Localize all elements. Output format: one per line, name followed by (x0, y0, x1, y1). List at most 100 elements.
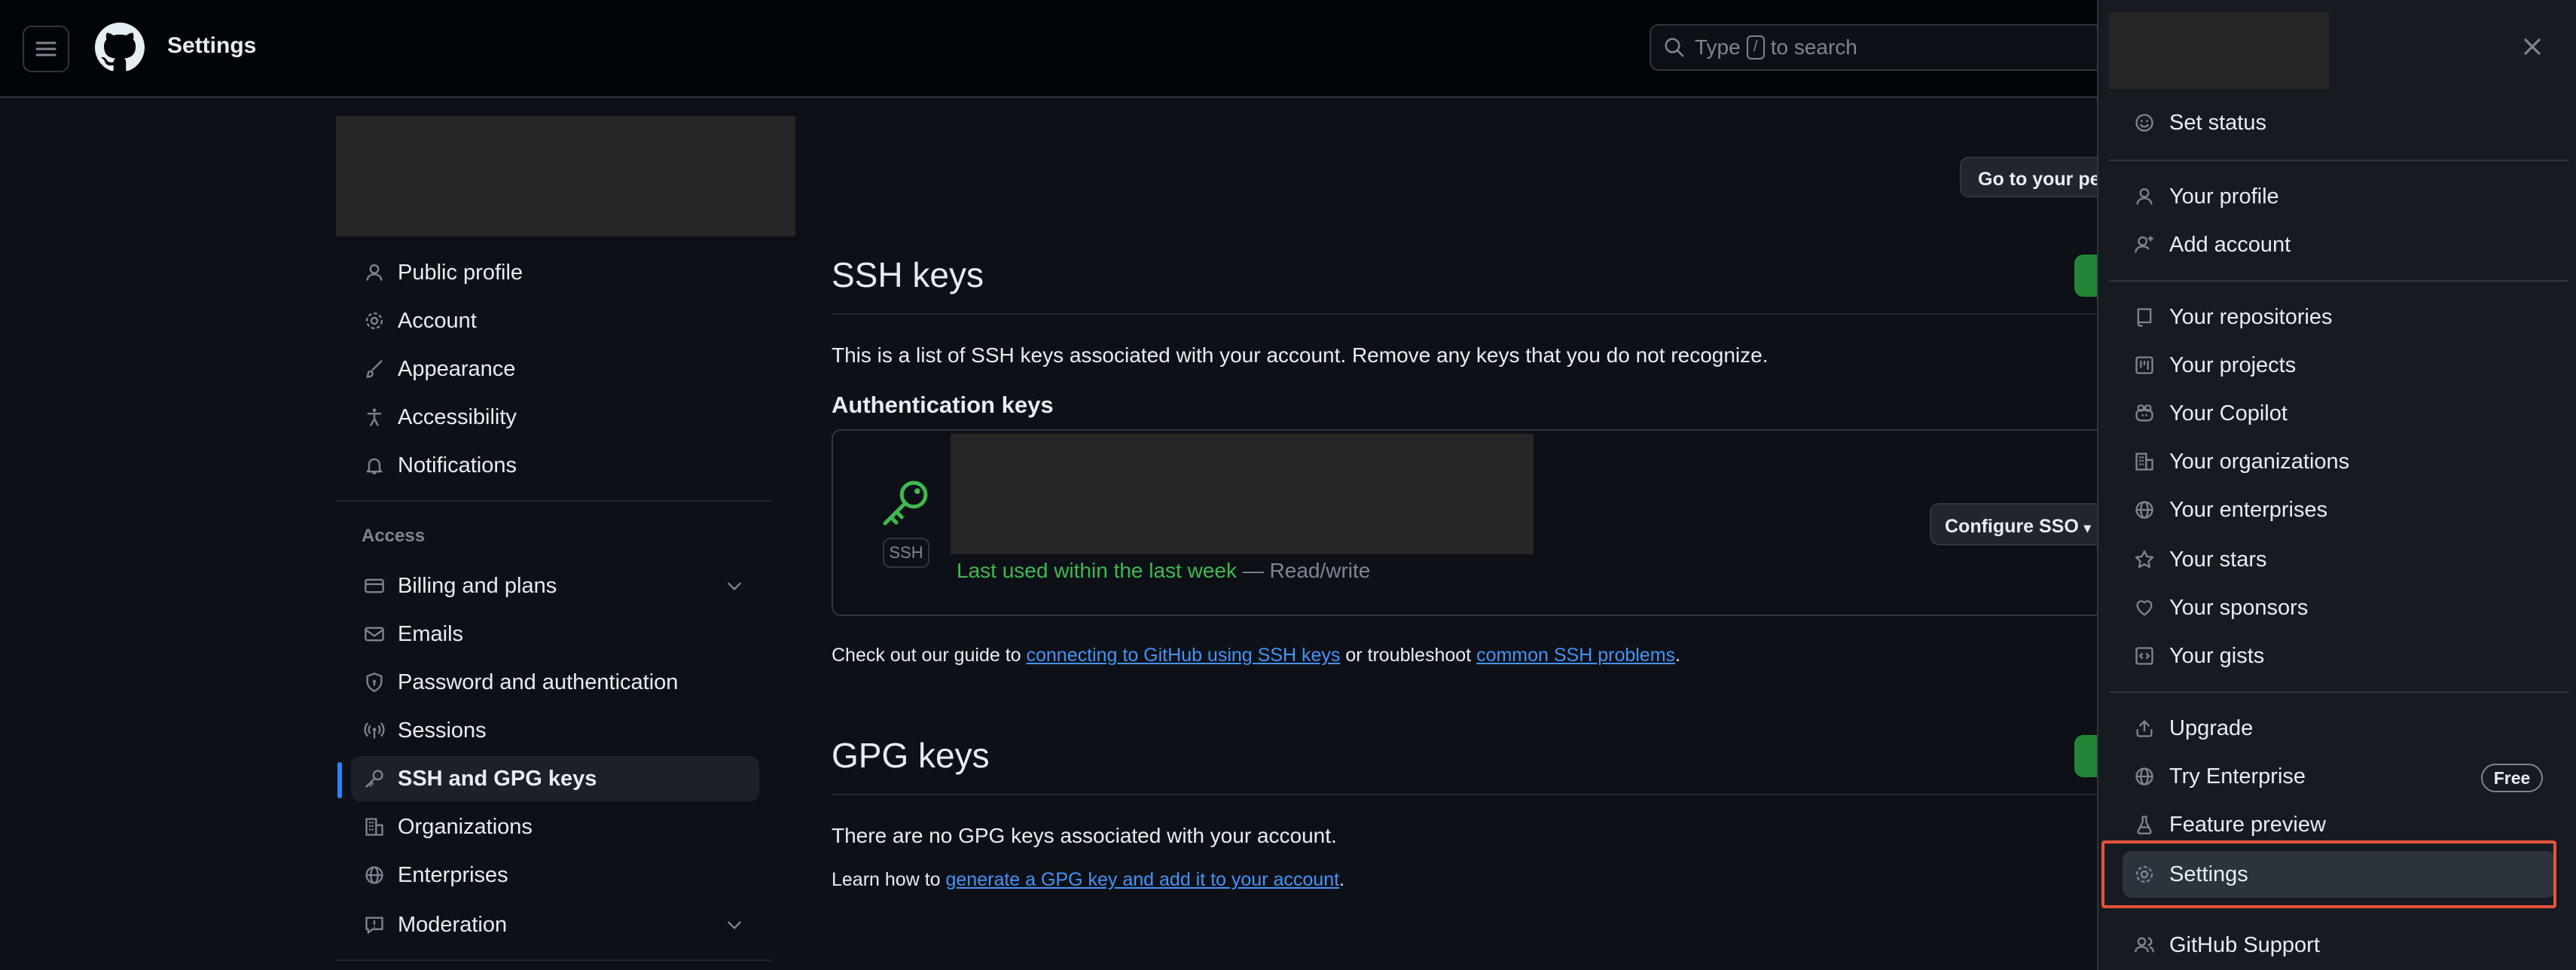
globe-icon (2132, 764, 2157, 789)
menu-your-repositories[interactable]: Your repositories (2123, 294, 2556, 340)
menu-your-projects[interactable]: Your projects (2123, 342, 2556, 389)
bell-icon (362, 453, 387, 478)
guide-suffix: . (1675, 645, 1680, 666)
configure-sso-label: Configure SSO (1945, 516, 2079, 537)
menu-your-gists[interactable]: Your gists (2123, 633, 2556, 679)
sidebar-item-label: Organizations (398, 814, 533, 839)
section-divider (832, 313, 2112, 315)
active-indicator (337, 762, 342, 798)
gpg-keys-title: GPG keys (832, 736, 990, 775)
sidebar-item-enterprises[interactable]: Enterprises (351, 853, 759, 898)
menu-item-label: Your gists (2169, 643, 2265, 668)
gpg-guide-link[interactable]: generate a GPG key and add it to your ac… (946, 869, 1340, 890)
menu-item-label: Your projects (2169, 352, 2297, 377)
ssh-guide-link[interactable]: connecting to GitHub using SSH keys (1027, 645, 1341, 666)
sidebar-item-accessibility[interactable]: Accessibility (351, 395, 759, 440)
last-used-text: Last used within the last week (957, 559, 1237, 582)
menu-divider (2109, 160, 2568, 161)
search-suffix: to search (1770, 35, 1857, 59)
sidebar-divider (336, 959, 771, 961)
highlight-annotation-box (2101, 840, 2556, 908)
heart-icon (2132, 595, 2157, 621)
menu-upgrade[interactable]: Upgrade (2123, 705, 2556, 752)
menu-divider (2109, 691, 2568, 693)
hamburger-menu-button[interactable] (23, 26, 69, 72)
gpg-empty-text: There are no GPG keys associated with yo… (832, 824, 1337, 847)
menu-item-label: Add account (2169, 232, 2291, 257)
menu-item-label: Your profile (2169, 184, 2279, 209)
sidebar-item-password-authentication[interactable]: Password and authentication (351, 660, 759, 705)
sidebar-item-label: Notifications (398, 453, 517, 477)
sidebar-divider (336, 500, 771, 502)
user-avatar-redacted (336, 116, 795, 236)
guide-prefix: Check out our guide to (832, 645, 1027, 666)
menu-item-label: Your organizations (2169, 449, 2350, 474)
menu-add-account[interactable]: Add account (2123, 221, 2556, 268)
report-icon (362, 912, 387, 938)
menu-user-avatar-redacted (2109, 12, 2329, 89)
key-icon (362, 766, 387, 792)
sidebar-item-sessions[interactable]: Sessions (351, 708, 759, 753)
menu-your-profile[interactable]: Your profile (2123, 173, 2556, 220)
go-to-profile-button[interactable]: Go to your pe (1960, 157, 2111, 197)
menu-item-label: GitHub Support (2169, 932, 2320, 957)
configure-sso-button[interactable]: Configure SSO ▾ (1930, 503, 2111, 545)
menu-item-label: Feature preview (2169, 812, 2326, 837)
person-add-icon (2132, 232, 2157, 258)
hamburger-icon (35, 41, 56, 56)
sidebar-item-billing[interactable]: Billing and plans (351, 563, 759, 609)
menu-your-copilot[interactable]: Your Copilot (2123, 390, 2556, 437)
sidebar-item-organizations[interactable]: Organizations (351, 804, 759, 850)
auth-keys-heading: Authentication keys (832, 392, 1054, 418)
menu-github-support[interactable]: GitHub Support (2123, 922, 2556, 968)
sidebar-item-label: Enterprises (398, 862, 508, 887)
beaker-icon (2132, 812, 2157, 837)
sidebar-item-label: Billing and plans (398, 573, 557, 598)
page-title: Settings (167, 33, 257, 58)
menu-your-enterprises[interactable]: Your enterprises (2123, 487, 2556, 533)
menu-item-label: Your sponsors (2169, 595, 2309, 620)
star-icon (2132, 547, 2157, 572)
upload-icon (2132, 715, 2157, 741)
sidebar-item-label: Sessions (398, 718, 487, 743)
menu-item-label: Your repositories (2169, 304, 2333, 329)
menu-your-stars[interactable]: Your stars (2123, 536, 2556, 583)
gear-icon (362, 308, 387, 334)
sidebar-item-emails[interactable]: Emails (351, 612, 759, 657)
sidebar-item-label: SSH and GPG keys (398, 766, 597, 791)
sidebar-item-account[interactable]: Account (351, 298, 759, 343)
menu-your-organizations[interactable]: Your organizations (2123, 438, 2556, 485)
sidebar-heading-access: Access (362, 526, 426, 546)
globe-icon (2132, 497, 2157, 523)
globe-icon (362, 862, 387, 888)
organization-icon (362, 814, 387, 840)
sidebar-item-label: Password and authentication (398, 670, 679, 694)
ssh-key-title-redacted (951, 434, 1534, 554)
github-logo-icon[interactable] (95, 23, 145, 72)
close-icon[interactable] (2519, 33, 2546, 60)
menu-item-label: Upgrade (2169, 715, 2254, 740)
sidebar-item-label: Accessibility (398, 404, 517, 429)
menu-your-sponsors[interactable]: Your sponsors (2123, 584, 2556, 631)
caret-down-icon: ▾ (2083, 520, 2091, 535)
menu-set-status[interactable]: Set status (2123, 99, 2556, 146)
ssh-description: This is a list of SSH keys associated wi… (832, 343, 1769, 367)
chevron-down-icon[interactable] (725, 576, 744, 596)
sidebar-item-ssh-gpg-keys[interactable]: SSH and GPG keys (351, 756, 759, 801)
sidebar-item-label: Public profile (398, 260, 523, 285)
search-input[interactable]: Type / to search (1650, 24, 2117, 71)
sidebar-item-moderation[interactable]: Moderation (351, 902, 759, 947)
ssh-problems-link[interactable]: common SSH problems (1476, 645, 1675, 666)
accessibility-icon (362, 404, 387, 430)
chevron-down-icon[interactable] (725, 915, 744, 935)
sidebar-item-notifications[interactable]: Notifications (351, 443, 759, 488)
gpg-learn-text: Learn how to generate a GPG key and add … (832, 869, 1344, 891)
people-icon (2132, 932, 2157, 958)
sidebar-item-appearance[interactable]: Appearance (351, 346, 759, 392)
credit-card-icon (362, 573, 387, 599)
person-icon (2132, 184, 2157, 209)
search-icon (1665, 38, 1684, 57)
menu-item-label: Set status (2169, 110, 2266, 135)
sidebar-item-public-profile[interactable]: Public profile (351, 250, 759, 295)
sidebar-item-label: Emails (398, 621, 464, 646)
